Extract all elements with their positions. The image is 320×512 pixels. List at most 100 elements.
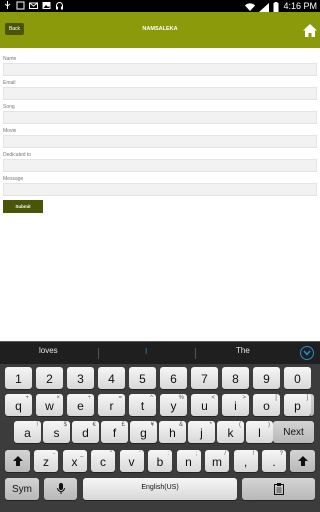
number-key-5[interactable]: 5	[129, 367, 156, 389]
number-key-8[interactable]: 8	[222, 367, 249, 389]
song-field[interactable]	[3, 111, 317, 124]
letter-key-q[interactable]: + q	[5, 394, 32, 416]
chevron-down-icon[interactable]	[300, 346, 314, 360]
letter-key-w[interactable]: × w	[36, 394, 63, 416]
letter-key-u[interactable]: < u	[191, 394, 218, 416]
number-key-1[interactable]: 1	[5, 367, 32, 389]
number-key-0[interactable]: 0	[284, 367, 311, 389]
letter-key-r[interactable]: = r	[98, 394, 125, 416]
key-label: 7	[201, 372, 208, 386]
key-label: q	[15, 399, 22, 413]
clipboard-key[interactable]	[242, 478, 315, 500]
key-label: p	[294, 399, 301, 413]
letter-key-o[interactable]: [o	[253, 394, 280, 416]
suggestion-divider	[98, 348, 99, 359]
number-key-4[interactable]: 4	[98, 367, 125, 389]
letter-key-n[interactable]: ; n	[176, 450, 201, 472]
screenshot-icon	[16, 1, 25, 10]
letter-key-j[interactable]: * j	[188, 421, 215, 443]
letter-key-p[interactable]: ] p	[284, 394, 311, 416]
letter-key-z[interactable]: -z	[34, 450, 58, 472]
shift-key-right[interactable]	[290, 450, 315, 472]
voice-input-key[interactable]	[44, 478, 77, 500]
key-label: ,	[243, 455, 248, 469]
mail-icon	[29, 1, 38, 10]
dedicated-to-field[interactable]	[3, 159, 317, 172]
key-label: 3	[77, 372, 84, 386]
number-key-2[interactable]: 2	[36, 367, 63, 389]
image-icon	[42, 1, 51, 10]
space-key[interactable]: English(US)	[83, 478, 237, 500]
number-key-9[interactable]: 9	[253, 367, 280, 389]
email-label: Email	[3, 80, 16, 86]
number-key-6[interactable]: 6	[160, 367, 187, 389]
song-label: Song	[3, 104, 15, 110]
key-label: 8	[232, 372, 239, 386]
letter-key-k[interactable]: (k	[217, 421, 244, 443]
name-field[interactable]	[3, 63, 317, 76]
email-field[interactable]	[3, 87, 317, 100]
headphones-icon	[55, 1, 64, 10]
key-label: 9	[263, 372, 270, 386]
message-field[interactable]	[3, 183, 317, 196]
key-label: e	[77, 399, 84, 413]
message-label: Message	[3, 176, 24, 182]
dedicated-to-label: Dedicated to	[3, 152, 32, 158]
microphone-icon	[44, 478, 77, 500]
key-label: m	[212, 455, 222, 469]
next-key[interactable]: Next	[273, 421, 314, 443]
suggestion-item[interactable]: The	[236, 346, 250, 355]
letter-key-a[interactable]: ! a	[14, 421, 41, 443]
key-label: u	[201, 399, 208, 413]
letter-key-t[interactable]: ^ t	[129, 394, 156, 416]
home-icon[interactable]	[303, 22, 317, 37]
shift-key-left[interactable]	[5, 450, 30, 472]
letter-key-l[interactable]: ) l	[246, 421, 273, 443]
submit-button[interactable]: Submit	[3, 200, 43, 213]
key-label: 1	[15, 372, 22, 386]
app-title: NAMSALEKA	[142, 26, 178, 32]
key-label: j	[200, 426, 203, 440]
letter-key-m[interactable]: / m	[205, 450, 229, 472]
letter-key-c[interactable]: " c	[91, 450, 115, 472]
key-label: h	[169, 426, 176, 440]
key-label: l	[258, 426, 261, 440]
letter-key-period[interactable]: ?.	[262, 450, 286, 472]
key-label: g	[140, 426, 147, 440]
letter-key-comma[interactable]: !,	[233, 450, 258, 472]
shift-icon	[290, 450, 315, 472]
key-label: n	[185, 455, 192, 469]
letter-key-i[interactable]: > i	[222, 394, 249, 416]
key-label: v	[128, 455, 135, 469]
letter-key-v[interactable]: ' v	[119, 450, 144, 472]
number-key-3[interactable]: 3	[67, 367, 94, 389]
movie-field[interactable]	[3, 135, 317, 148]
key-label: 5	[139, 372, 146, 386]
sym-key[interactable]: Sym	[5, 478, 39, 500]
letter-key-s[interactable]: $ s	[43, 421, 70, 443]
letter-key-f[interactable]: £ f	[101, 421, 128, 443]
key-label: o	[263, 399, 270, 413]
key-label: t	[140, 399, 145, 413]
letter-key-h[interactable]: & h	[159, 421, 186, 443]
key-label: s	[53, 426, 60, 440]
key-label: c	[100, 455, 106, 469]
key-label: 4	[108, 372, 115, 386]
key-label: w	[45, 399, 54, 413]
letter-key-b[interactable]: :b	[148, 450, 172, 472]
letter-key-d[interactable]: € d	[72, 421, 99, 443]
letter-key-g[interactable]: ¥ g	[130, 421, 157, 443]
letter-key-e[interactable]: ÷ e	[67, 394, 94, 416]
number-key-7[interactable]: 7	[191, 367, 218, 389]
usb-icon	[3, 1, 12, 10]
suggestion-item[interactable]: l	[145, 347, 147, 356]
clipboard-icon	[242, 478, 315, 500]
shift-icon	[5, 450, 30, 472]
key-label: z	[43, 455, 49, 469]
letter-key-x[interactable]: _ x	[62, 450, 87, 472]
suggestion-divider	[195, 348, 196, 359]
letter-key-y[interactable]: % y	[160, 394, 187, 416]
key-label: .	[272, 455, 276, 469]
suggestion-item[interactable]: loves	[39, 346, 58, 355]
key-label: y	[170, 399, 177, 413]
